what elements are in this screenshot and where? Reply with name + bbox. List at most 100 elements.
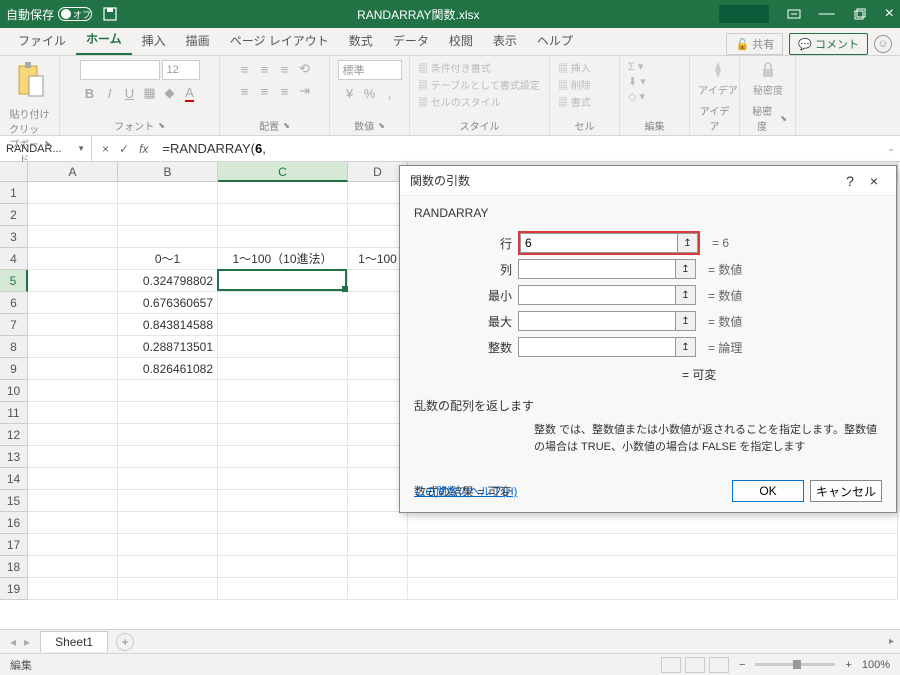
save-icon[interactable] <box>102 6 118 22</box>
cell[interactable] <box>218 314 348 336</box>
arg-input[interactable] <box>520 233 678 253</box>
range-selector-icon[interactable]: ↥ <box>676 285 696 305</box>
column-header[interactable]: B <box>118 162 218 182</box>
row-header[interactable]: 3 <box>0 226 28 248</box>
cell[interactable] <box>218 226 348 248</box>
zoom-level[interactable]: 100% <box>862 659 890 671</box>
cell-styles-button[interactable]: ▦ セルのスタイル <box>418 94 501 109</box>
cell[interactable] <box>28 534 118 556</box>
cell[interactable] <box>348 512 408 534</box>
share-button[interactable]: 🔓 共有 <box>726 33 783 55</box>
cell[interactable] <box>28 424 118 446</box>
cell[interactable] <box>348 534 408 556</box>
font-family-dropdown[interactable] <box>80 60 160 80</box>
percent-icon[interactable]: % <box>361 84 379 102</box>
cell[interactable] <box>218 512 348 534</box>
expand-formula-bar[interactable]: ⌄ <box>882 143 900 154</box>
zoom-in-button[interactable]: + <box>845 659 851 671</box>
dialog-help-button[interactable]: ? <box>838 173 862 189</box>
cell[interactable] <box>118 578 218 600</box>
row-header[interactable]: 15 <box>0 490 28 512</box>
cell[interactable] <box>28 446 118 468</box>
cell[interactable] <box>118 402 218 424</box>
row-header[interactable]: 6 <box>0 292 28 314</box>
paste-icon[interactable] <box>15 60 45 100</box>
cell[interactable] <box>28 270 118 292</box>
zoom-out-button[interactable]: − <box>739 659 745 671</box>
cell[interactable] <box>118 446 218 468</box>
insert-cells-button[interactable]: ▦ 挿入 <box>558 60 591 75</box>
border-button[interactable]: ▦ <box>141 84 159 102</box>
cell[interactable] <box>28 226 118 248</box>
cell[interactable] <box>218 380 348 402</box>
cell[interactable] <box>348 578 408 600</box>
cell[interactable] <box>28 380 118 402</box>
cell[interactable] <box>28 314 118 336</box>
underline-button[interactable]: U <box>121 84 139 102</box>
conditional-format-button[interactable]: ▦ 条件付き書式 <box>418 60 491 75</box>
cell[interactable] <box>118 534 218 556</box>
cell[interactable] <box>118 556 218 578</box>
view-pagebreak-icon[interactable] <box>709 657 729 673</box>
row-header[interactable]: 13 <box>0 446 28 468</box>
cell[interactable] <box>218 270 348 292</box>
autosum-button[interactable]: Σ ▾ <box>628 60 643 73</box>
font-color-button[interactable]: A <box>181 84 199 102</box>
row-header[interactable]: 7 <box>0 314 28 336</box>
autosave-toggle[interactable]: オフ <box>58 7 92 21</box>
row-header[interactable]: 14 <box>0 468 28 490</box>
accept-formula-icon[interactable]: ✓ <box>119 142 129 156</box>
row-header[interactable]: 11 <box>0 402 28 424</box>
tab-home[interactable]: ホーム <box>76 24 132 55</box>
row-header[interactable]: 5 <box>0 270 28 292</box>
view-normal-icon[interactable] <box>661 657 681 673</box>
feedback-icon[interactable]: ☺ <box>874 35 892 53</box>
comma-icon[interactable]: , <box>381 84 399 102</box>
font-size-dropdown[interactable]: 12 <box>162 60 200 80</box>
arg-input[interactable] <box>518 311 676 331</box>
row-header[interactable]: 8 <box>0 336 28 358</box>
minimize-button[interactable]: — <box>819 5 835 23</box>
formula-input[interactable]: =RANDARRAY(6, <box>158 141 882 156</box>
currency-icon[interactable]: ¥ <box>341 84 359 102</box>
cell[interactable] <box>28 182 118 204</box>
align-middle-icon[interactable]: ≡ <box>256 60 274 78</box>
cell[interactable] <box>118 226 218 248</box>
range-selector-icon[interactable]: ↥ <box>676 337 696 357</box>
arg-input[interactable] <box>518 337 676 357</box>
row-header[interactable]: 16 <box>0 512 28 534</box>
hscroll-right[interactable]: ▸ <box>889 636 894 647</box>
sheet-nav-prev[interactable]: ◂ <box>10 635 16 649</box>
cell[interactable]: 1～100（10進法） <box>218 248 348 270</box>
dialog-titlebar[interactable]: 関数の引数 ? × <box>400 166 896 196</box>
tab-formulas[interactable]: 数式 <box>339 26 383 55</box>
cell[interactable] <box>28 402 118 424</box>
ribbon-display-icon[interactable] <box>787 7 801 21</box>
dialog-close-button[interactable]: × <box>862 173 886 189</box>
tab-review[interactable]: 校閲 <box>439 26 483 55</box>
cell[interactable] <box>28 468 118 490</box>
row-header[interactable]: 18 <box>0 556 28 578</box>
row-header[interactable]: 4 <box>0 248 28 270</box>
column-header[interactable]: A <box>28 162 118 182</box>
arg-input[interactable] <box>518 285 676 305</box>
cell[interactable] <box>218 292 348 314</box>
cell[interactable] <box>118 424 218 446</box>
table-format-button[interactable]: ▦ テーブルとして書式設定 <box>418 77 540 92</box>
align-bottom-icon[interactable]: ≡ <box>276 60 294 78</box>
cell[interactable] <box>218 336 348 358</box>
sheet-tab-active[interactable]: Sheet1 <box>40 631 108 652</box>
cell[interactable] <box>28 292 118 314</box>
cell[interactable]: 0.676360657 <box>118 292 218 314</box>
account-profile[interactable] <box>719 5 769 23</box>
cell[interactable] <box>118 182 218 204</box>
range-selector-icon[interactable]: ↥ <box>676 259 696 279</box>
view-pagelayout-icon[interactable] <box>685 657 705 673</box>
tab-data[interactable]: データ <box>383 26 439 55</box>
cell[interactable] <box>28 490 118 512</box>
cell[interactable] <box>348 556 408 578</box>
indent-icon[interactable]: ⇥ <box>296 82 314 100</box>
cell[interactable] <box>28 204 118 226</box>
fill-color-button[interactable]: ◆ <box>161 84 179 102</box>
zoom-slider[interactable] <box>755 663 835 666</box>
